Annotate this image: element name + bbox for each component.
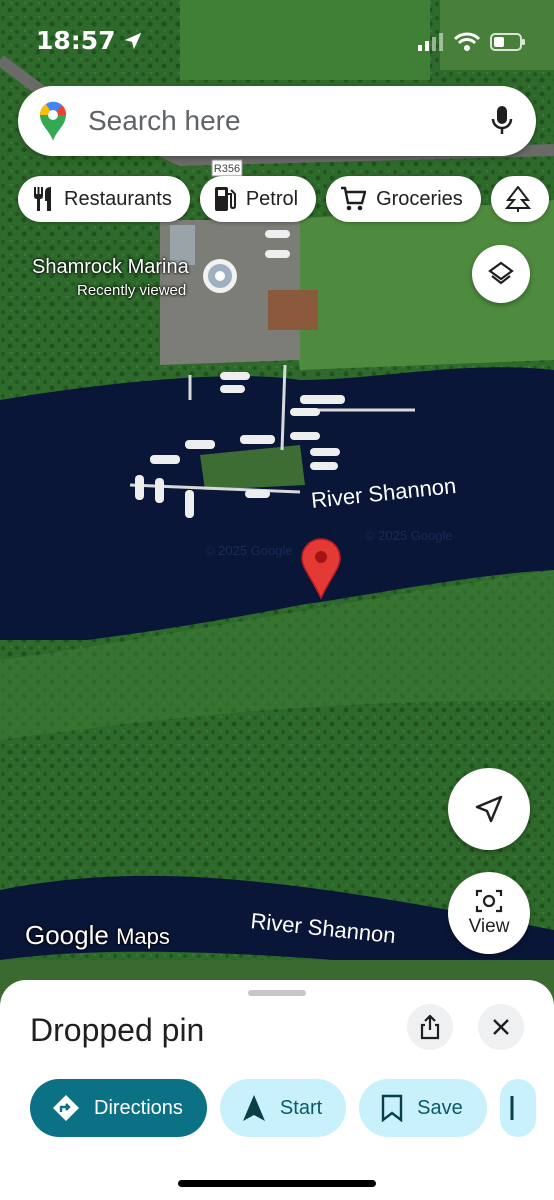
google-maps-logo-icon	[39, 101, 67, 141]
chip-groceries[interactable]: Groceries	[326, 176, 481, 222]
search-bar[interactable]: Search here	[18, 86, 536, 156]
fuel-pump-icon	[214, 187, 236, 211]
action-buttons: Directions Start Save	[30, 1079, 536, 1137]
marina-subtitle: Recently viewed	[77, 282, 187, 299]
chip-more-partial[interactable]	[490, 176, 549, 222]
shopping-cart-icon	[341, 186, 367, 211]
search-placeholder: Search here	[88, 105, 241, 136]
save-button[interactable]: Save	[359, 1079, 487, 1137]
home-indicator[interactable]	[178, 1180, 376, 1187]
watermark: © 2025 Google	[205, 543, 293, 558]
close-icon	[493, 1019, 509, 1035]
start-button[interactable]: Start	[219, 1079, 347, 1137]
fork-knife-icon	[34, 187, 51, 211]
directions-icon	[53, 1095, 79, 1121]
tree-icon	[504, 186, 531, 212]
category-chips: Restaurants Petrol Groceries	[18, 176, 549, 222]
location-arrow-icon	[124, 32, 141, 49]
status-icons	[418, 32, 526, 52]
camera-view-icon	[475, 889, 503, 913]
battery-icon	[490, 33, 525, 51]
share-icon	[420, 1014, 440, 1040]
sheet-drag-handle[interactable]	[248, 990, 306, 996]
road-label: R356	[214, 163, 240, 175]
bookmark-icon	[381, 1094, 403, 1122]
layers-icon	[488, 261, 514, 285]
chip-petrol[interactable]: Petrol	[199, 176, 317, 222]
microphone-icon[interactable]	[490, 104, 514, 138]
google-maps-watermark: Google Maps	[25, 920, 170, 950]
watermark: © 2025 Google	[365, 528, 453, 543]
more-actions-partial[interactable]	[499, 1079, 536, 1137]
navigation-arrow-icon	[475, 795, 503, 823]
place-marker-icon[interactable]	[203, 259, 237, 293]
close-button[interactable]	[478, 1004, 524, 1050]
chip-restaurants[interactable]: Restaurants	[18, 176, 190, 222]
cellular-signal-icon	[418, 33, 443, 51]
place-title: Dropped pin	[30, 1012, 205, 1048]
wifi-icon	[454, 32, 480, 51]
marina-name[interactable]: Shamrock Marina	[32, 256, 189, 279]
street-view-button[interactable]: View	[448, 872, 530, 954]
share-button[interactable]	[407, 1004, 453, 1050]
navigation-arrow-icon	[242, 1095, 265, 1121]
directions-button[interactable]: Directions	[30, 1079, 207, 1137]
my-location-button[interactable]	[448, 768, 530, 850]
layers-button[interactable]	[472, 245, 530, 303]
label-icon	[510, 1096, 514, 1120]
bottom-sheet[interactable]: Dropped pin Directions Start Save	[0, 980, 554, 1200]
status-time: 18:57	[36, 26, 144, 55]
